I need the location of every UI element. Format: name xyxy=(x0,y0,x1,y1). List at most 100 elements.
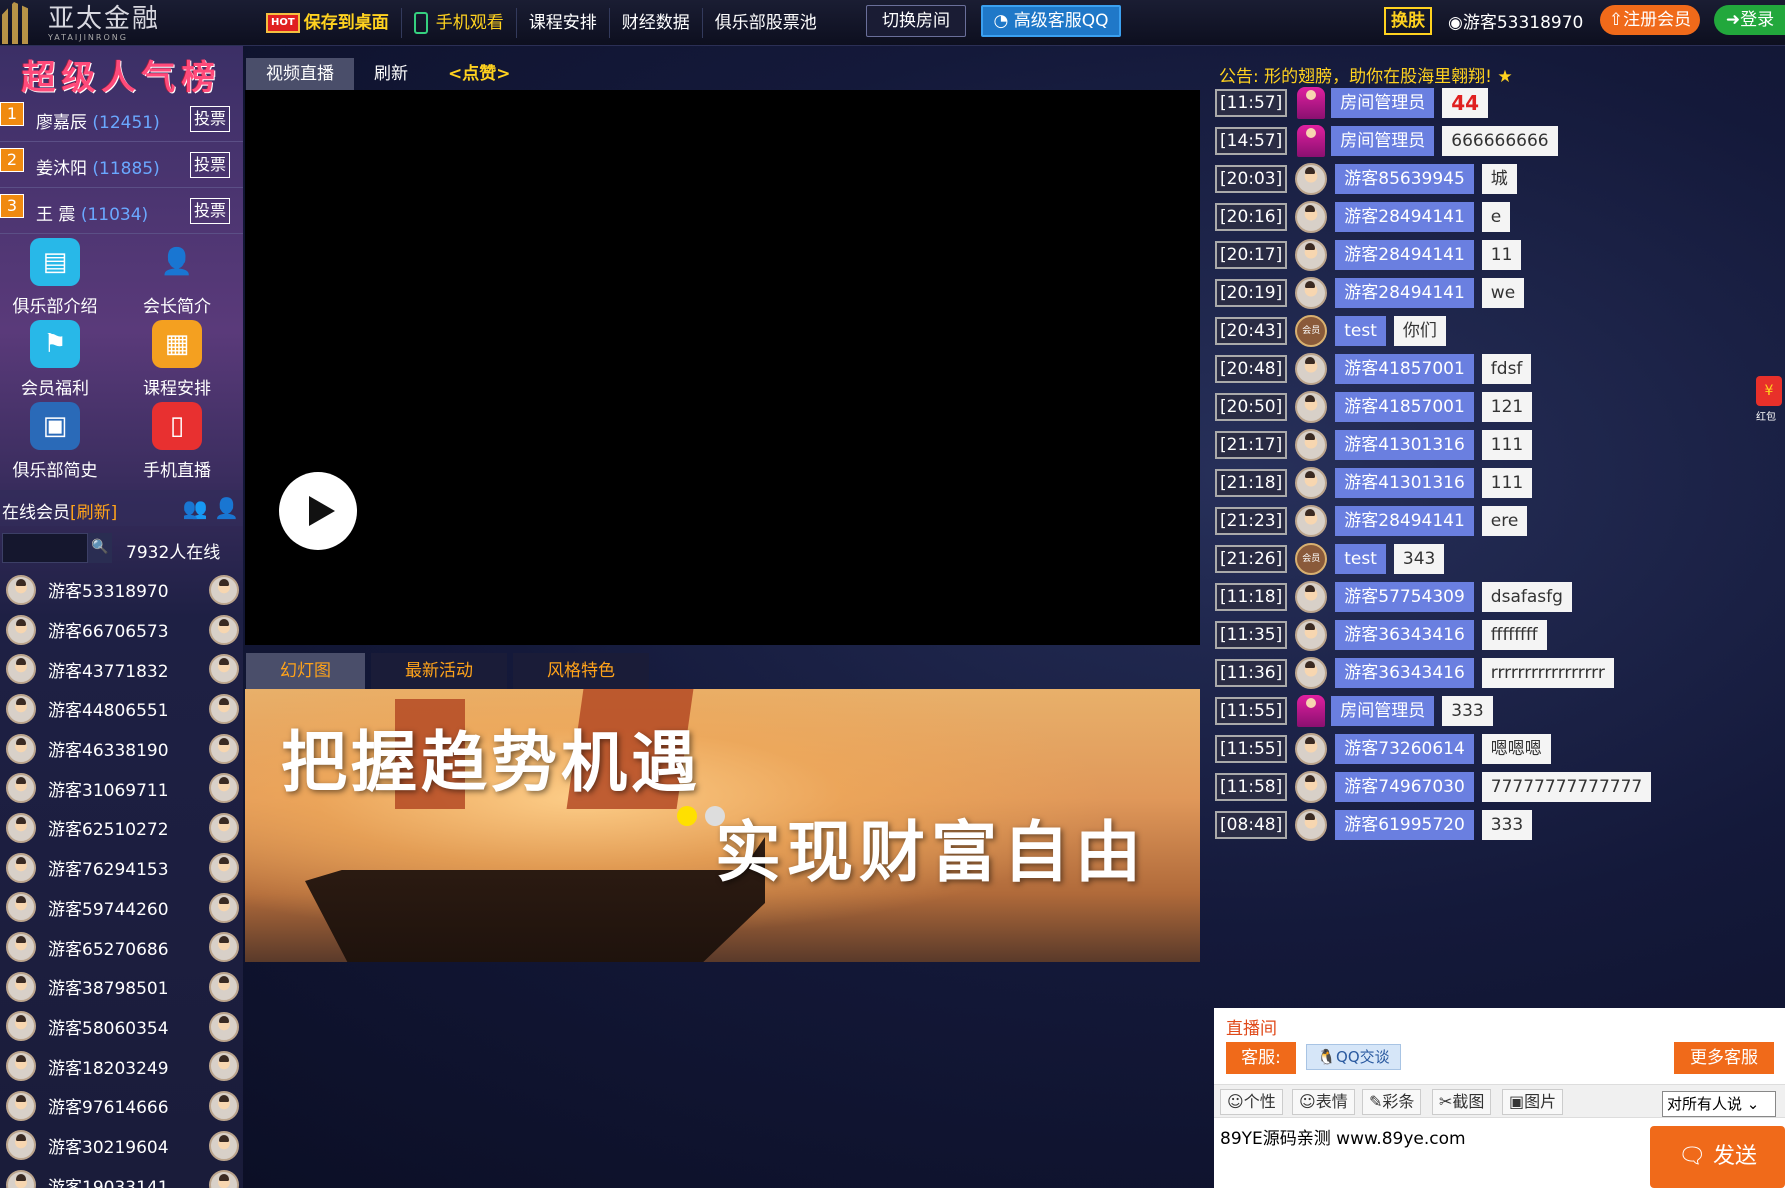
message-author[interactable]: 游客41857001 xyxy=(1335,392,1474,422)
list-item[interactable]: 游客59744260 xyxy=(0,888,243,928)
avatar xyxy=(1295,771,1328,803)
list-item[interactable]: 游客58060354 xyxy=(0,1007,243,1047)
list-item[interactable]: 游客43771832 xyxy=(0,649,243,689)
list-item[interactable]: 游客31069711 xyxy=(0,768,243,808)
more-service-button[interactable]: 更多客服 xyxy=(1674,1042,1774,1074)
mobile-watch-link[interactable]: 手机观看 xyxy=(402,8,517,38)
list-item[interactable]: 游客76294153 xyxy=(0,848,243,888)
list-item[interactable]: 游客44806551 xyxy=(0,689,243,729)
video-player[interactable] xyxy=(245,90,1200,645)
banner-slogan: 把握趋势机遇 xyxy=(281,723,701,801)
tab-slideshow[interactable]: 幻灯图 xyxy=(246,653,365,689)
list-item[interactable]: 游客38798501 xyxy=(0,967,243,1007)
avatar xyxy=(209,733,239,764)
avatar xyxy=(6,733,36,764)
course-schedule-tile[interactable]: ▦ 课程安排 xyxy=(122,320,232,399)
list-item[interactable]: 游客66706573 xyxy=(0,610,243,650)
register-button[interactable]: ⇧注册会员 xyxy=(1600,5,1700,35)
nav-course-schedule[interactable]: 课程安排 xyxy=(517,8,610,38)
chat-bubble-icon: 🗨 xyxy=(1678,1144,1706,1169)
admin-user-icon[interactable]: 👤 xyxy=(214,496,239,520)
message-author[interactable]: 房间管理员 xyxy=(1331,696,1435,726)
member-search-input[interactable] xyxy=(2,533,88,563)
list-item[interactable]: 游客97614666 xyxy=(0,1086,243,1126)
vote-button[interactable]: 投票 xyxy=(190,152,230,178)
search-icon[interactable]: 🔍 xyxy=(88,533,112,563)
slide-dot[interactable] xyxy=(705,806,725,826)
emoji-button[interactable]: ☺表情 xyxy=(1292,1089,1355,1115)
qq-chat-button[interactable]: 🐧QQ交谈 xyxy=(1306,1044,1401,1070)
nav-stock-pool[interactable]: 俱乐部股票池 xyxy=(703,8,829,38)
tab-video-live[interactable]: 视频直播 xyxy=(246,58,354,90)
vote-button[interactable]: 投票 xyxy=(190,198,230,224)
list-item[interactable]: 游客53318970 xyxy=(0,570,243,610)
red-packet[interactable]: ¥ 红包 xyxy=(1756,376,1785,423)
save-to-desktop-link[interactable]: HOT 保存到桌面 xyxy=(254,8,402,38)
list-item[interactable]: 游客65270686 xyxy=(0,927,243,967)
message-author[interactable]: 游客85639945 xyxy=(1335,164,1474,194)
message-author[interactable]: 游客36343416 xyxy=(1335,658,1474,688)
list-item[interactable]: 游客30219604 xyxy=(0,1126,243,1166)
list-item[interactable]: 游客18203249 xyxy=(0,1046,243,1086)
login-button[interactable]: ➜登录 xyxy=(1714,5,1785,35)
mobile-live-tile[interactable]: ▯ 手机直播 xyxy=(122,402,232,481)
list-item[interactable]: 游客62510272 xyxy=(0,808,243,848)
message-author[interactable]: 游客28494141 xyxy=(1335,240,1474,270)
tab-like[interactable]: <点赞> xyxy=(428,58,531,90)
current-user[interactable]: ◉游客53318970 xyxy=(1448,8,1583,33)
list-item[interactable]: 游客46338190 xyxy=(0,729,243,769)
qq-service-button[interactable]: ◔ 高级客服QQ xyxy=(981,5,1121,37)
avatar xyxy=(1295,391,1328,423)
message-author[interactable]: 游客74967030 xyxy=(1335,772,1474,802)
banner-slideshow[interactable]: 把握趋势机遇 实现财富自由 xyxy=(245,689,1200,962)
tab-latest-activity[interactable]: 最新活动 xyxy=(371,653,507,689)
recipient-select[interactable]: 对所有人说 ⌄ xyxy=(1662,1091,1776,1117)
message-author[interactable]: 游客41301316 xyxy=(1335,430,1474,460)
message-author[interactable]: 游客57754309 xyxy=(1335,582,1474,612)
mobile-icon: ▯ xyxy=(152,402,202,450)
tab-style-features[interactable]: 风格特色 xyxy=(513,653,649,689)
message-author[interactable]: 游客41857001 xyxy=(1335,354,1474,384)
list-item[interactable]: 游客19033141 xyxy=(0,1165,243,1188)
switch-room-button[interactable]: 切换房间 xyxy=(866,5,966,37)
message-time: [21:26] xyxy=(1215,545,1288,573)
nav-finance-data[interactable]: 财经数据 xyxy=(610,8,703,38)
message-author[interactable]: test xyxy=(1335,544,1386,574)
message-author[interactable]: 游客28494141 xyxy=(1335,278,1474,308)
club-history-tile[interactable]: ▣ 俱乐部简史 xyxy=(0,402,110,481)
chat-message: [11:55] 房间管理员 333 xyxy=(1215,695,1493,727)
slide-dot-active[interactable] xyxy=(677,806,697,826)
avatar xyxy=(209,1170,239,1188)
chat-message: [20:48] 游客41857001 fdsf xyxy=(1215,353,1532,385)
online-members-header: 在线会员[刷新] 👥 👤 xyxy=(0,490,243,526)
club-intro-tile[interactable]: ▤ 俱乐部介绍 xyxy=(0,238,110,317)
message-author[interactable]: 游客73260614 xyxy=(1335,734,1474,764)
personal-style-button[interactable]: ☺个性 xyxy=(1220,1089,1283,1115)
message-time: [20:48] xyxy=(1215,355,1288,383)
group-icon[interactable]: 👥 xyxy=(183,496,208,520)
color-bar-button[interactable]: ✎彩条 xyxy=(1362,1089,1422,1115)
message-input[interactable]: 89YE源码亲测 www.89ye.com xyxy=(1220,1124,1640,1184)
message-author[interactable]: 游客28494141 xyxy=(1335,202,1474,232)
president-intro-tile[interactable]: 👤 会长简介 xyxy=(122,238,232,317)
refresh-members-link[interactable]: [刷新] xyxy=(70,503,117,523)
message-author[interactable]: 房间管理员 xyxy=(1331,88,1435,118)
tab-refresh[interactable]: 刷新 xyxy=(354,58,428,90)
member-benefits-tile[interactable]: ⚑ 会员福利 xyxy=(0,320,110,399)
message-author[interactable]: 游客36343416 xyxy=(1335,620,1474,650)
message-author[interactable]: 游客28494141 xyxy=(1335,506,1474,536)
message-author[interactable]: test xyxy=(1335,316,1386,346)
chat-message: [21:17] 游客41301316 111 xyxy=(1215,429,1533,461)
logo[interactable]: 亚太金融 YATAIJINRONG xyxy=(0,0,175,46)
screenshot-button[interactable]: ✂截图 xyxy=(1432,1089,1492,1115)
avatar xyxy=(209,1130,239,1161)
message-author[interactable]: 游客41301316 xyxy=(1335,468,1474,498)
vote-button[interactable]: 投票 xyxy=(190,106,230,132)
message-author[interactable]: 房间管理员 xyxy=(1331,126,1435,156)
play-icon[interactable] xyxy=(279,472,357,550)
chat-message: [11:58] 游客74967030 77777777777777 xyxy=(1215,771,1652,803)
skin-button[interactable]: 换肤 xyxy=(1384,7,1432,35)
image-button[interactable]: ▣图片 xyxy=(1502,1089,1564,1115)
message-author[interactable]: 游客61995720 xyxy=(1335,810,1474,840)
send-button[interactable]: 🗨 发送 xyxy=(1650,1126,1785,1188)
